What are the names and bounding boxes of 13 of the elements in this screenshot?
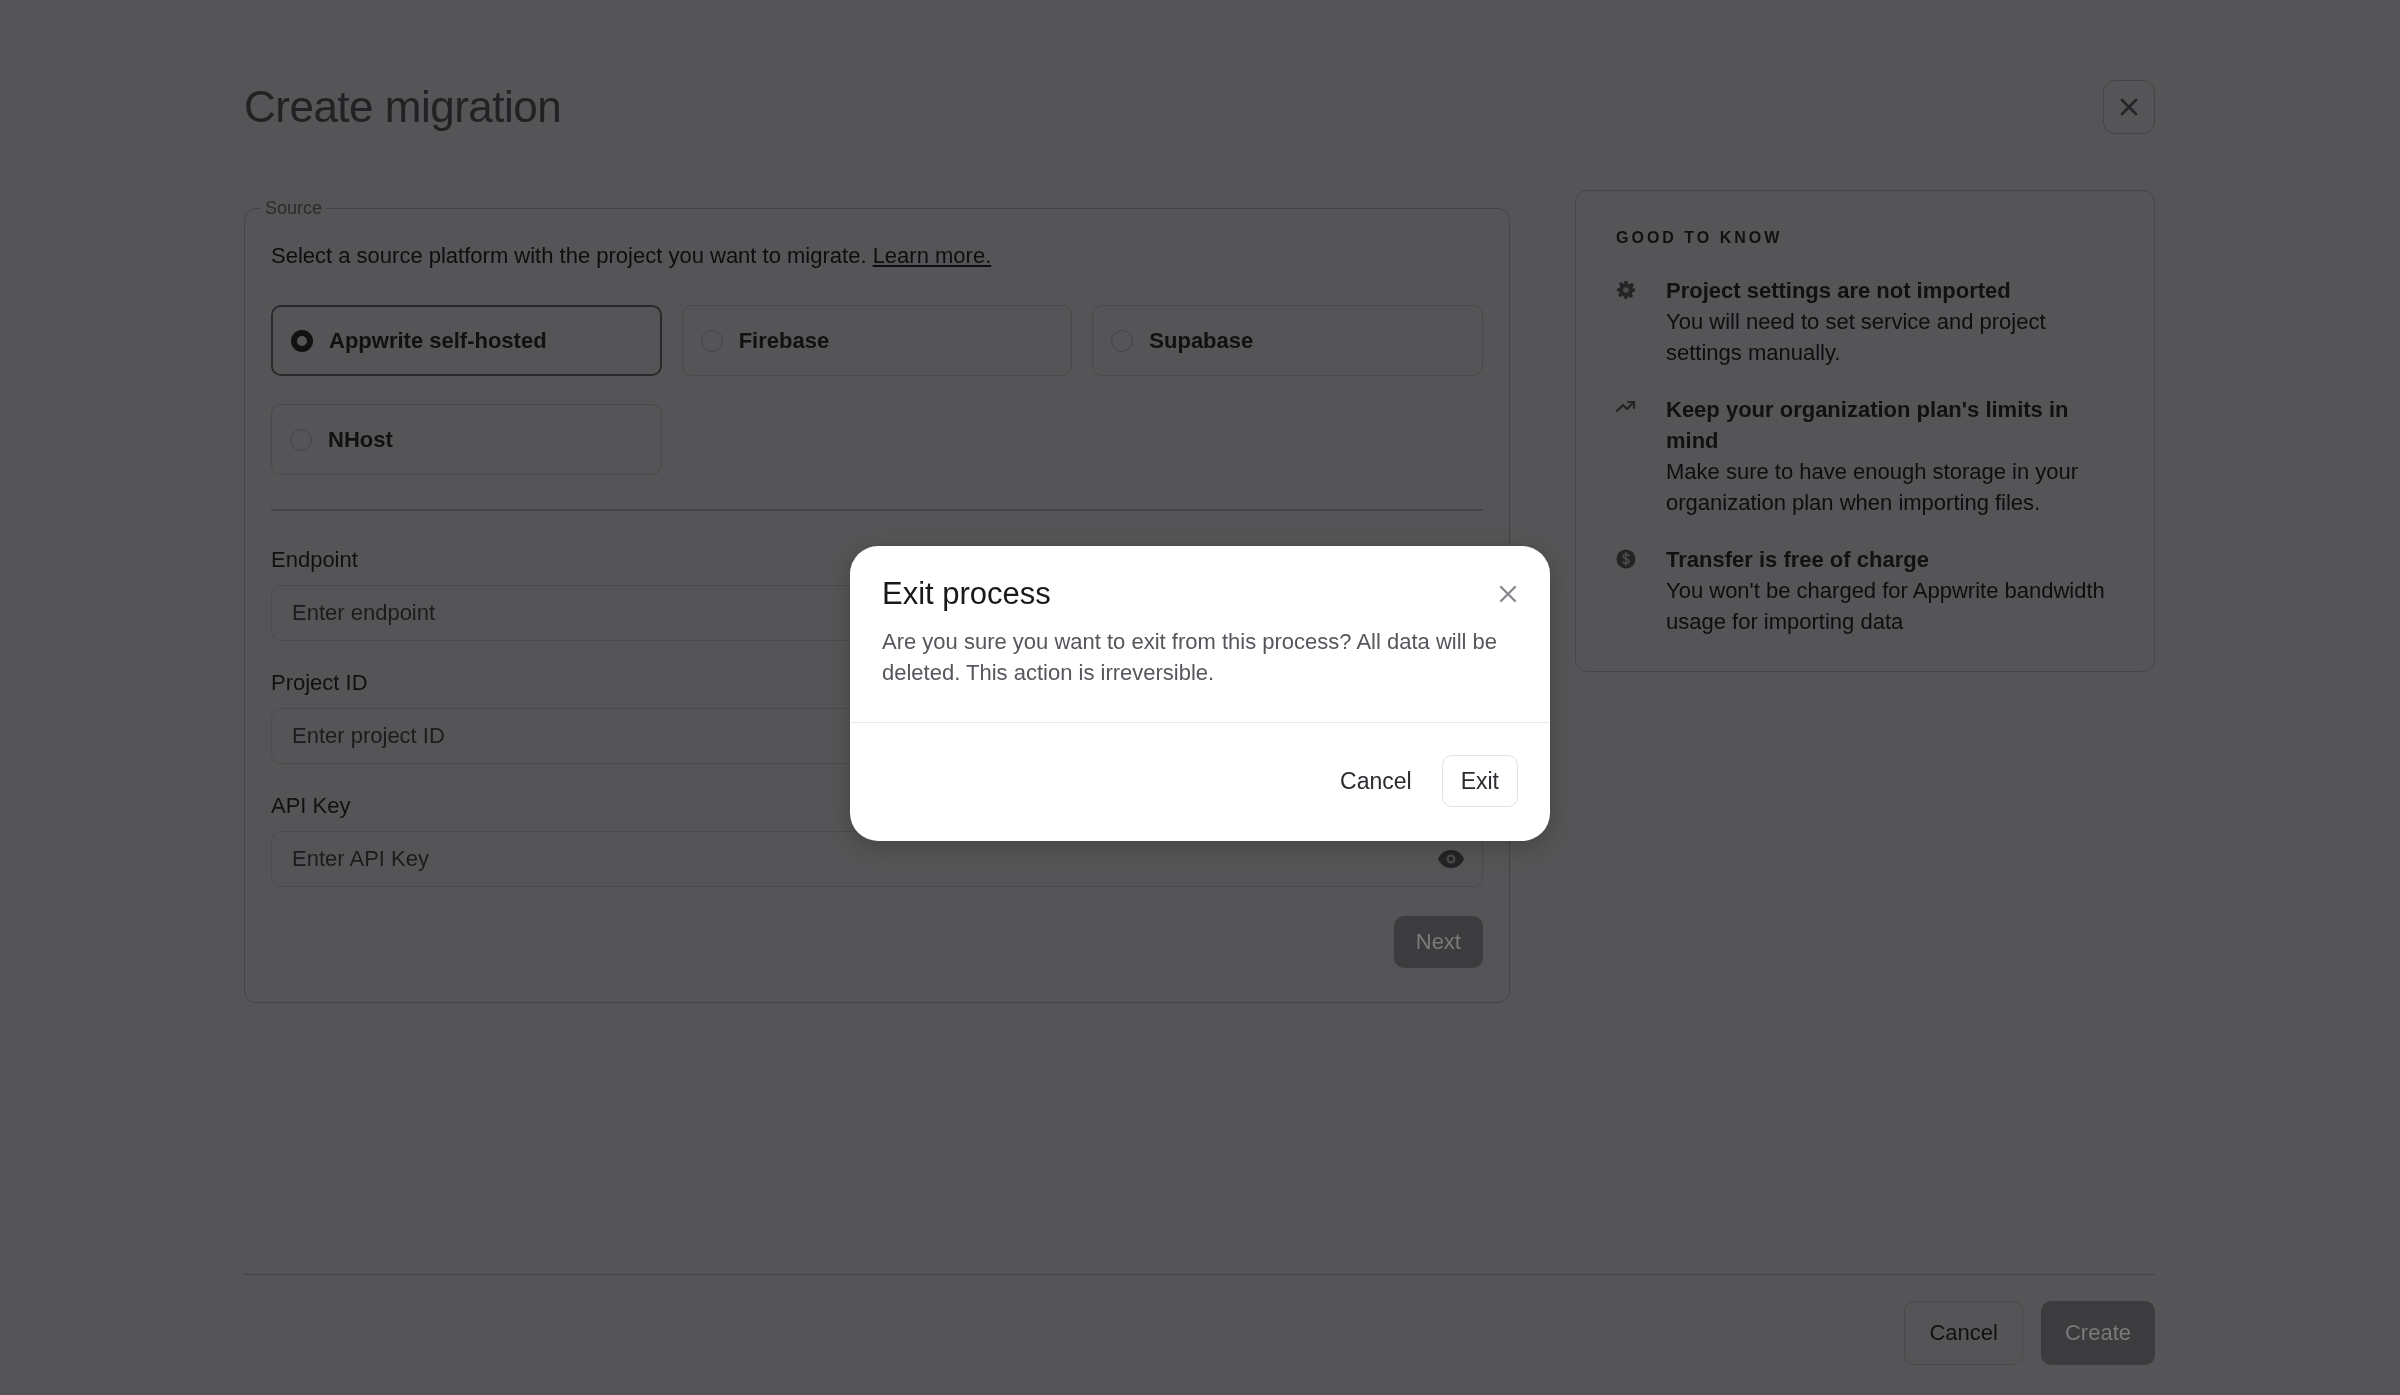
tip-text: You will need to set service and project settings manually. [1666, 308, 2047, 367]
tip-title: Transfer is free of charge [1666, 546, 1930, 574]
panel-heading: GOOD TO KNOW [1616, 229, 1784, 247]
field-label: Project ID [271, 669, 368, 696]
field-label: Endpoint [271, 546, 358, 573]
dialog-message: Are you sure you want to exit from this process? All data will be deleted. This action is irreversible. [882, 628, 1499, 687]
tip-title: Keep your organization plan's limits in mind [1666, 396, 2070, 455]
tip-text: You won't be charged for Appwrite bandwidth usage for importing data [1666, 577, 2106, 636]
tip-title: Project settings are not imported [1666, 277, 2012, 305]
source-description: Select a source platform with the project you want to migrate. Learn more. [271, 243, 993, 269]
tip-text: Make sure to have enough storage in your organization plan when importing files. [1666, 458, 2080, 517]
dialog-title: Exit process [882, 576, 1051, 612]
field-label: API Key [271, 792, 351, 819]
